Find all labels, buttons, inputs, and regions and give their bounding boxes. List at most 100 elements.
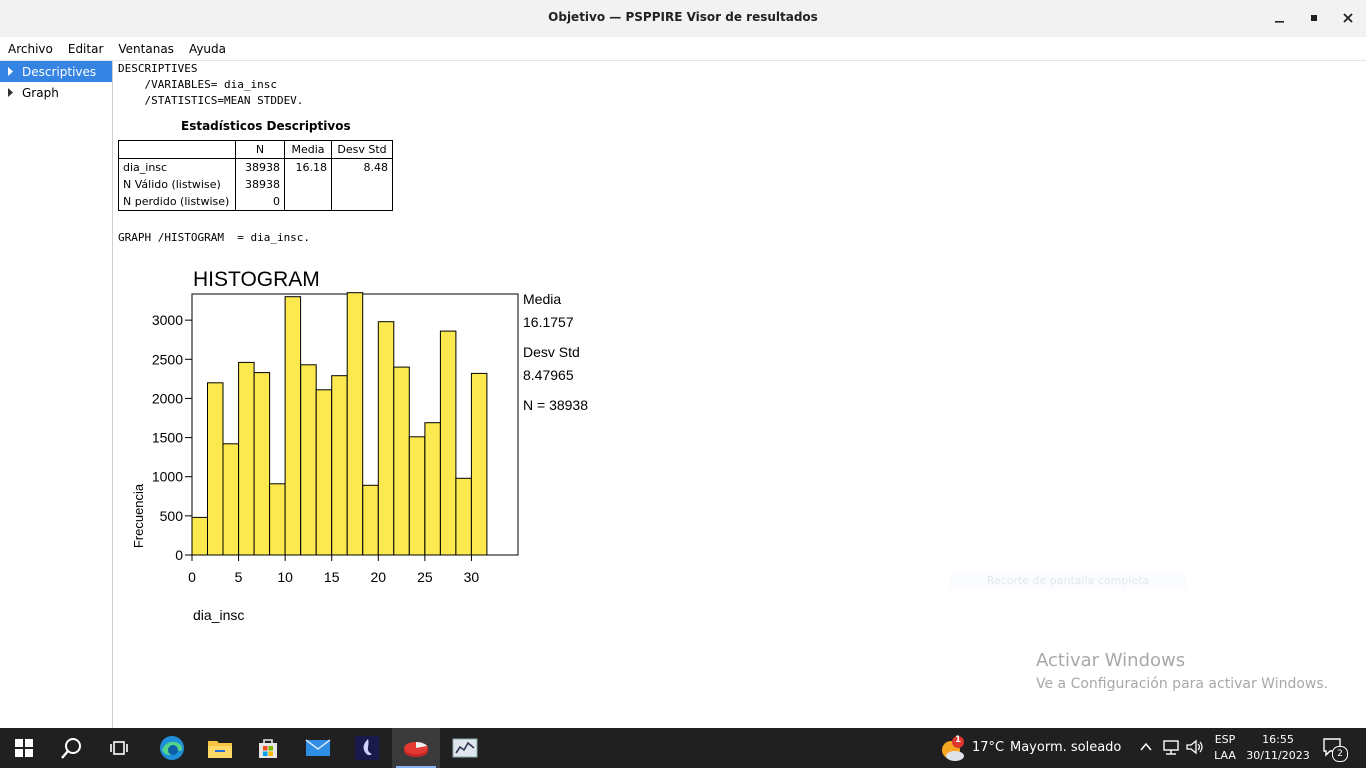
- menu-editar[interactable]: Editar: [61, 42, 111, 56]
- file-explorer-icon: [208, 741, 232, 758]
- histogram-bar: [300, 364, 317, 556]
- minimize-icon: [1275, 21, 1284, 23]
- x-tick-label: 30: [464, 569, 480, 585]
- windows-start-icon: [15, 739, 33, 757]
- histogram-bar: [346, 292, 364, 556]
- window-title: Objetivo — PSPPIRE Visor de resultados: [548, 10, 818, 24]
- histogram-bar: [269, 483, 286, 556]
- pspp-app-icon: [404, 742, 428, 757]
- y-tick-label: 3000: [152, 312, 183, 328]
- legend-media-value: 16.1757: [523, 314, 574, 330]
- menu-bar: Archivo Editar Ventanas Ayuda: [0, 37, 1366, 61]
- windows-start-button[interactable]: [0, 728, 48, 768]
- legend-std-value: 8.47965: [523, 367, 574, 383]
- close-button[interactable]: [1331, 6, 1365, 30]
- clock-time: 16:55: [1262, 733, 1294, 746]
- tree-item-graph[interactable]: Graph: [0, 82, 112, 103]
- keyboard-layout: LAA: [1214, 749, 1236, 762]
- menu-ventanas[interactable]: Ventanas: [111, 42, 181, 56]
- minimize-button[interactable]: [1263, 6, 1297, 30]
- histogram-bar: [470, 372, 488, 556]
- weather-widget[interactable]: 1: [940, 735, 966, 762]
- task-view-icon: [110, 741, 128, 755]
- search-button[interactable]: [48, 728, 96, 768]
- weather-badge: 1: [954, 735, 962, 745]
- histogram-bar: [424, 422, 441, 556]
- histogram-bar: [455, 477, 472, 556]
- faint-caption: Recorte de pantalla completa: [950, 572, 1186, 590]
- y-tick-label: 0: [175, 547, 183, 563]
- expand-arrow-icon[interactable]: [5, 66, 16, 77]
- pspp-app-button[interactable]: [392, 728, 440, 768]
- x-axis-label: dia_insc: [193, 607, 244, 623]
- temperature: 17°C: [972, 740, 1005, 755]
- histogram-chart: HISTOGRAM 0 500 1000 1500 2000 2500 3000 0 5 10 1…: [131, 268, 588, 623]
- y-tick-label: 2500: [152, 351, 183, 367]
- search-icon: [61, 738, 81, 759]
- watermark-subtitle: Ve a Configuración para activar Windows.: [1036, 676, 1329, 692]
- notification-count: 2: [1332, 746, 1348, 762]
- clock-date: 30/11/2023: [1246, 749, 1310, 762]
- histogram-bar: [331, 375, 348, 556]
- legend-n: N = 38938: [523, 397, 588, 413]
- chevron-up-icon[interactable]: [1140, 742, 1152, 752]
- activation-watermark: Activar Windows Ve a Configuración para …: [1036, 650, 1328, 692]
- edge-browser-icon: [160, 736, 184, 760]
- histogram-bar: [207, 382, 224, 556]
- y-axis-label: Frecuencia: [131, 483, 146, 548]
- y-tick-label: 1000: [152, 469, 183, 485]
- microsoft-store-icon: [259, 739, 277, 758]
- expand-arrow-icon[interactable]: [5, 87, 16, 98]
- histogram-bar: [238, 361, 255, 556]
- edge-browser-button[interactable]: [148, 728, 196, 768]
- tree-item-descriptives[interactable]: Descriptives: [0, 61, 112, 82]
- histogram-bar: [284, 296, 302, 556]
- output-tree: Descriptives Graph: [0, 61, 113, 728]
- pspp-viewer-button[interactable]: [441, 728, 489, 768]
- file-explorer-button[interactable]: [196, 728, 244, 768]
- volume-icon[interactable]: [1186, 739, 1204, 755]
- x-tick-label: 10: [277, 569, 293, 585]
- x-tick-label: 5: [235, 569, 243, 585]
- x-tick-label: 20: [370, 569, 386, 585]
- maximize-icon: [1311, 15, 1317, 21]
- notification-center-button[interactable]: 2: [1322, 737, 1348, 762]
- mail-icon: [305, 739, 331, 756]
- close-icon: [1343, 13, 1353, 23]
- histogram-bar: [393, 366, 410, 556]
- microsoft-store-button[interactable]: [244, 728, 292, 768]
- obs-app-button[interactable]: [343, 728, 391, 768]
- histogram-bar: [222, 443, 239, 556]
- obs-app-icon: [355, 736, 379, 760]
- histogram-bar: [377, 321, 395, 556]
- language-code: ESP: [1214, 733, 1236, 746]
- mail-button[interactable]: [294, 728, 342, 768]
- network-icon[interactable]: [1162, 739, 1180, 755]
- y-tick-label: 1500: [152, 430, 183, 446]
- tree-item-label: Graph: [22, 85, 59, 100]
- x-tick-label: 15: [324, 569, 340, 585]
- watermark-title: Activar Windows: [1036, 650, 1186, 671]
- x-tick-label: 25: [417, 569, 433, 585]
- language-indicator[interactable]: ESP LAA: [1208, 732, 1242, 766]
- menu-ayuda[interactable]: Ayuda: [182, 42, 233, 56]
- histogram-bar: [408, 436, 426, 556]
- legend-std-label: Desv Std: [523, 344, 580, 360]
- task-view-button[interactable]: [96, 728, 144, 768]
- menu-archivo[interactable]: Archivo: [1, 42, 60, 56]
- y-tick-label: 500: [160, 508, 184, 524]
- title-bar: Objetivo — PSPPIRE Visor de resultados: [0, 0, 1366, 38]
- weather-description: Mayorm. soleado: [1010, 740, 1122, 755]
- histogram-bar: [362, 484, 379, 556]
- tree-item-label: Descriptives: [22, 64, 97, 79]
- maximize-button[interactable]: [1297, 6, 1331, 30]
- histogram-bar: [253, 372, 271, 556]
- histogram-bar: [439, 330, 457, 556]
- chart-title: HISTOGRAM: [193, 268, 320, 291]
- legend-media-label: Media: [523, 291, 561, 307]
- histogram-bar: [191, 516, 208, 556]
- histogram-bar: [315, 389, 333, 556]
- taskbar: 1 17°C Mayorm. soleado ESP LAA 16:55 30/…: [0, 728, 1366, 768]
- clock[interactable]: 16:55 30/11/2023: [1240, 732, 1316, 766]
- x-tick-label: 0: [188, 569, 196, 585]
